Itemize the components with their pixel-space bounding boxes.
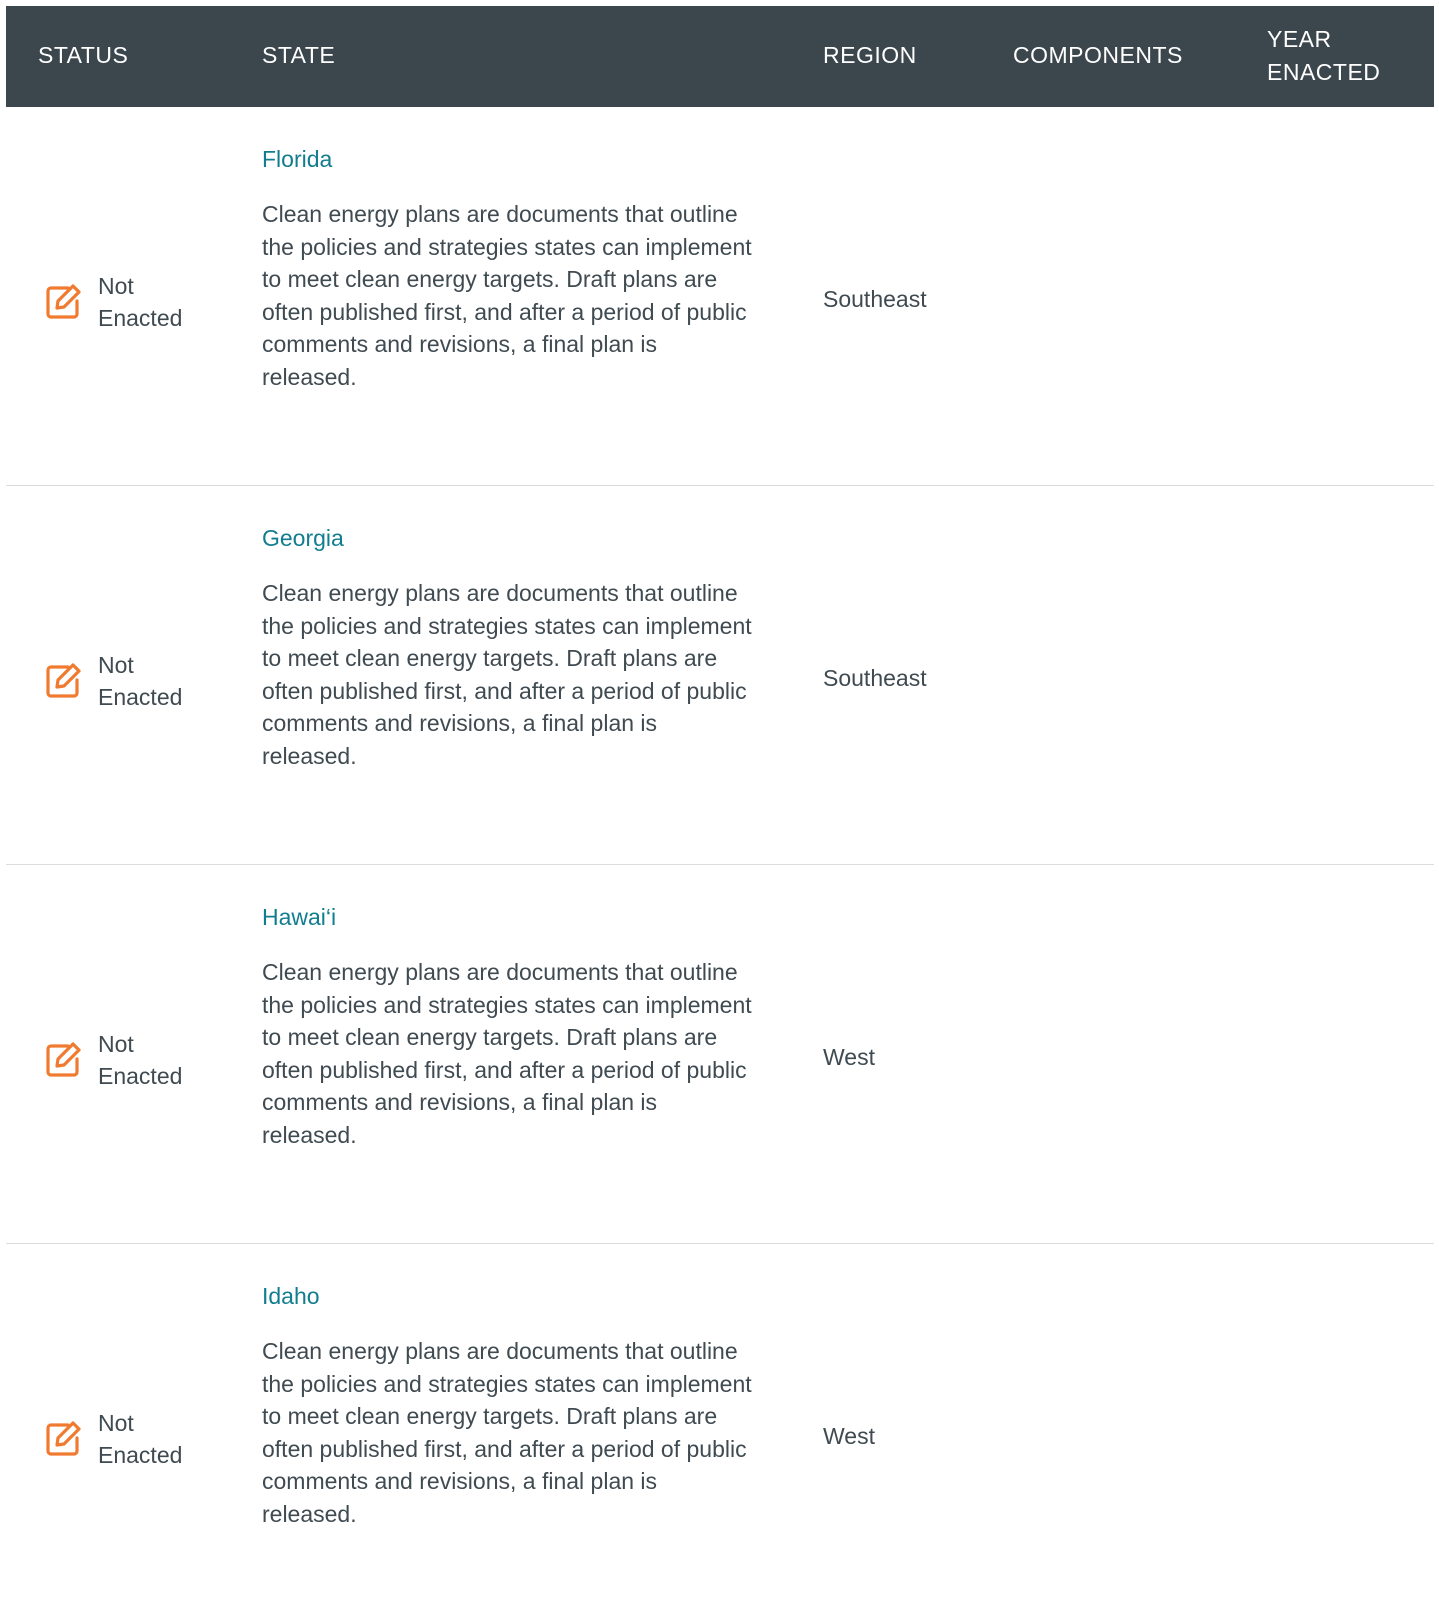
status-cell: Not Enacted [42, 649, 222, 713]
state-link[interactable]: Idaho [262, 1280, 752, 1312]
state-cell: Hawai‘i Clean energy plans are documents… [262, 901, 752, 1152]
state-description: Clean energy plans are documents that ou… [262, 1338, 752, 1527]
table-row: Not Enacted Georgia Clean energy plans a… [6, 486, 1434, 865]
policy-table: STATUS STATE REGION COMPONENTS YEAR ENAC… [6, 6, 1434, 1622]
region-cell: Southeast [823, 665, 927, 691]
state-description: Clean energy plans are documents that ou… [262, 201, 752, 390]
header-region[interactable]: REGION [823, 39, 917, 72]
status-label: Not Enacted [98, 273, 183, 331]
state-cell: Georgia Clean energy plans are documents… [262, 522, 752, 773]
region-cell: West [823, 1044, 875, 1070]
table-header: STATUS STATE REGION COMPONENTS YEAR ENAC… [6, 6, 1434, 107]
state-description: Clean energy plans are documents that ou… [262, 959, 752, 1148]
status-label: Not Enacted [98, 1410, 183, 1468]
state-description: Clean energy plans are documents that ou… [262, 580, 752, 769]
status-cell: Not Enacted [42, 1028, 222, 1092]
header-components[interactable]: COMPONENTS [1013, 39, 1183, 72]
state-link[interactable]: Florida [262, 143, 752, 175]
state-link[interactable]: Hawai‘i [262, 901, 752, 933]
edit-pencil-icon [46, 1042, 81, 1077]
edit-pencil-icon [46, 1421, 81, 1456]
status-label: Not Enacted [98, 1031, 183, 1089]
state-cell: Idaho Clean energy plans are documents t… [262, 1280, 752, 1531]
table-row: Not Enacted Idaho Clean energy plans are… [6, 1244, 1434, 1622]
status-cell: Not Enacted [42, 270, 222, 334]
region-cell: West [823, 1423, 875, 1449]
header-state[interactable]: STATE [262, 39, 335, 72]
status-label: Not Enacted [98, 652, 183, 710]
edit-pencil-icon [46, 284, 81, 319]
state-link[interactable]: Georgia [262, 522, 752, 554]
edit-pencil-icon [46, 663, 81, 698]
table-row: Not Enacted Florida Clean energy plans a… [6, 107, 1434, 486]
region-cell: Southeast [823, 286, 927, 312]
state-cell: Florida Clean energy plans are documents… [262, 143, 752, 394]
table-row: Not Enacted Hawai‘i Clean energy plans a… [6, 865, 1434, 1244]
header-year-enacted[interactable]: YEAR ENACTED [1267, 23, 1407, 89]
status-cell: Not Enacted [42, 1407, 222, 1471]
header-status[interactable]: STATUS [38, 39, 128, 72]
